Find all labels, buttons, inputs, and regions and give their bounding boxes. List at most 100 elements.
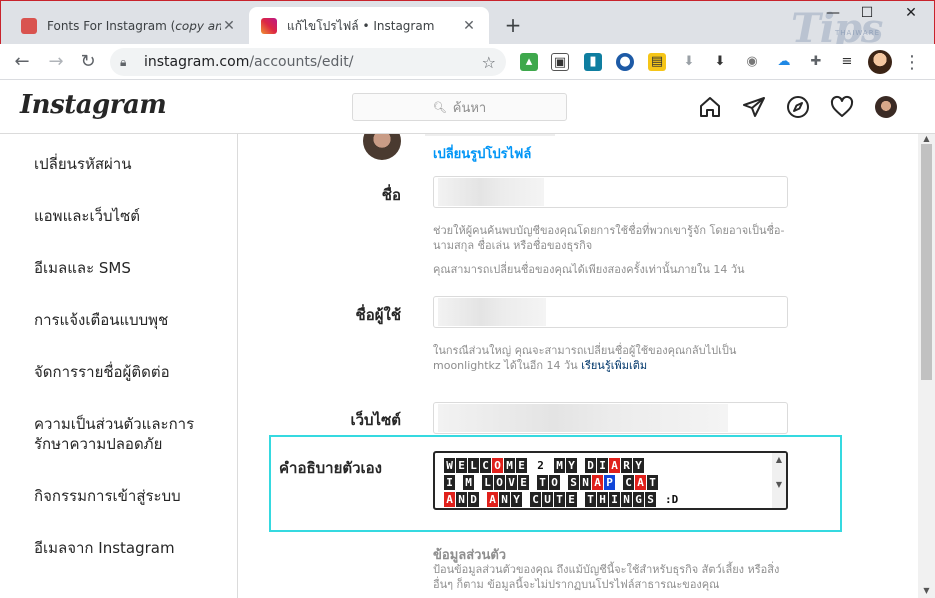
lock-icon: 🔒︎ — [120, 54, 127, 69]
bio-letter: S — [568, 475, 579, 490]
edit-profile-form: เปลี่ยนรูปโปรไฟล์ ชื่อ ช่วยให้ผู้คนค้นพบ… — [239, 134, 918, 598]
settings-sidebar: เปลี่ยนรหัสผ่าน แอพและเว็บไซต์ อีเมลและ … — [0, 134, 238, 598]
extension-image-icon[interactable]: ▣ — [551, 53, 569, 71]
forward-arrow-icon[interactable]: → — [44, 50, 68, 74]
extension-note-icon[interactable]: ▤ — [648, 53, 666, 71]
bio-letter: M — [554, 458, 565, 473]
reload-icon[interactable]: ↻ — [76, 50, 100, 74]
close-window-button[interactable]: ✕ — [901, 5, 921, 21]
browser-tab-strip: Fonts For Instagram (𝘤𝘰𝘱𝘺 𝘢𝘯𝘥 𝘱𝘢𝘴𝘵𝘦) ✕ แ… — [0, 0, 935, 52]
extension-book-icon[interactable]: ▮ — [584, 53, 602, 71]
extension-download-gray-icon[interactable]: ⬇ — [680, 53, 698, 71]
bio-space — [475, 475, 481, 490]
close-tab-icon[interactable]: ✕ — [221, 18, 237, 34]
sidebar-item-change-password[interactable]: เปลี่ยนรหัสผ่าน — [34, 154, 224, 174]
explore-icon[interactable] — [786, 95, 810, 119]
scroll-down-arrow-icon[interactable]: ▼ — [772, 479, 786, 491]
sidebar-item-email-sms[interactable]: อีเมลและ SMS — [34, 258, 224, 278]
tab-fonts-for-instagram[interactable]: Fonts For Instagram (𝘤𝘰𝘱𝘺 𝘢𝘯𝘥 𝘱𝘢𝘴𝘵𝘦) ✕ — [9, 7, 249, 45]
bio-letter: L — [468, 458, 479, 473]
extension-save-icon[interactable]: ◉ — [743, 53, 761, 71]
bio-letter: O — [549, 475, 560, 490]
bio-letter: A — [609, 458, 620, 473]
search-input[interactable]: 🔍︎ ค้นหา — [352, 93, 567, 121]
bio-letter: T — [647, 475, 658, 490]
address-bar[interactable]: 🔒︎ instagram.com/accounts/edit/ ☆ — [110, 48, 506, 76]
username-input-redacted — [438, 298, 546, 326]
profile-photo[interactable] — [363, 134, 401, 160]
maximize-button[interactable]: ☐ — [857, 5, 877, 21]
direct-icon[interactable] — [742, 95, 766, 119]
bio-letter: I — [444, 475, 455, 490]
bio-letter: N — [580, 475, 591, 490]
bio-letter: G — [633, 492, 644, 507]
username-input[interactable] — [433, 296, 788, 328]
instagram-favicon-icon — [261, 18, 277, 34]
bio-space — [530, 475, 536, 490]
bio-letter: U — [542, 492, 553, 507]
extension-cloud-icon[interactable]: ☁ — [775, 53, 793, 71]
activity-heart-icon[interactable] — [830, 95, 854, 119]
bio-scrollbar[interactable]: ▲ ▼ — [772, 453, 786, 508]
bio-letter: V — [506, 475, 517, 490]
bio-letter: Y — [566, 458, 577, 473]
edit-profile-page: เปลี่ยนรหัสผ่าน แอพและเว็บไซต์ อีเมลและ … — [0, 134, 918, 598]
extension-shield-icon[interactable]: ● — [616, 53, 634, 71]
bio-letter: N — [456, 492, 467, 507]
bio-letter: E — [566, 492, 577, 507]
bio-space — [657, 492, 663, 507]
bio-space — [547, 458, 553, 473]
name-label: ชื่อ — [381, 186, 401, 204]
sidebar-item-login-activity[interactable]: กิจกรรมการเข้าสู่ระบบ — [34, 486, 224, 506]
bio-letter: A — [592, 475, 603, 490]
instagram-logo[interactable]: Instagram — [20, 90, 167, 120]
bio-letter: C — [480, 458, 491, 473]
page-scroll-up-icon[interactable]: ▲ — [918, 134, 935, 144]
learn-more-link[interactable]: เรียนรู้เพิ่มเติม — [581, 359, 647, 372]
name-input[interactable] — [433, 176, 788, 208]
bio-letter: Y — [633, 458, 644, 473]
bio-space — [561, 475, 567, 490]
page-scrollbar[interactable]: ▲ ▼ — [918, 134, 935, 598]
minimize-button[interactable]: — — [823, 5, 843, 21]
tab-instagram-edit-profile[interactable]: แก้ไขโปรไฟล์ • Instagram ✕ — [249, 7, 489, 45]
bio-letter: M — [463, 475, 474, 490]
sidebar-item-push-notifications[interactable]: การแจ้งเตือนแบบพุช — [34, 310, 224, 330]
url-text[interactable]: instagram.com/accounts/edit/ — [144, 54, 482, 70]
sidebar-item-privacy-security[interactable]: ความเป็นส่วนตัวและการรักษาความปลอดภัย — [34, 414, 209, 454]
bio-letter: T — [554, 492, 565, 507]
close-tab-icon[interactable]: ✕ — [461, 18, 477, 34]
bookmark-star-icon[interactable]: ☆ — [482, 53, 496, 72]
new-tab-button[interactable]: + — [501, 13, 525, 37]
search-placeholder: ค้นหา — [452, 100, 487, 116]
profile-avatar[interactable] — [875, 96, 897, 118]
sidebar-item-apps-websites[interactable]: แอพและเว็บไซต์ — [34, 206, 224, 226]
bio-letter: T — [537, 475, 548, 490]
bio-letter: O — [492, 458, 503, 473]
tab-title: Fonts For Instagram (𝘤𝘰𝘱𝘺 𝘢𝘯𝘥 𝘱𝘢𝘴𝘵𝘦) — [47, 19, 221, 33]
back-arrow-icon[interactable]: ← — [10, 50, 34, 74]
bio-space — [578, 492, 584, 507]
extension-download-icon[interactable]: ⬇ — [711, 53, 729, 71]
bio-line-2: IMLOVETOSNAPCAT — [444, 475, 659, 490]
sidebar-item-emails-from-instagram[interactable]: อีเมลจาก Instagram — [34, 538, 224, 558]
bio-letter: 2 — [535, 458, 546, 473]
scroll-up-arrow-icon[interactable]: ▲ — [772, 454, 786, 466]
website-label: เว็บไซต์ — [350, 411, 401, 429]
bio-textarea[interactable]: WELCOME2MYDIARY IMLOVETOSNAPCAT ANDANYCU… — [433, 451, 788, 510]
bio-letter: A — [635, 475, 646, 490]
sidebar-item-manage-contacts[interactable]: จัดการรายชื่อผู้ติดต่อ — [34, 362, 224, 382]
page-scroll-down-icon[interactable]: ▼ — [918, 586, 935, 596]
website-input[interactable] — [433, 402, 788, 434]
home-icon[interactable] — [698, 95, 722, 119]
page-scroll-thumb[interactable] — [921, 144, 932, 380]
browser-profile-avatar[interactable] — [868, 50, 892, 74]
extensions-puzzle-icon[interactable]: ✚ — [807, 53, 825, 71]
change-profile-photo-link[interactable]: เปลี่ยนรูปโปรไฟล์ — [433, 143, 531, 164]
extension-chart-icon[interactable]: ▴ — [520, 53, 538, 71]
media-queue-icon[interactable]: ≡ — [838, 53, 856, 71]
search-icon: 🔍︎ — [432, 100, 447, 114]
bio-letter: Y — [511, 492, 522, 507]
browser-menu-icon[interactable]: ⋮ — [903, 52, 921, 73]
browser-toolbar: ← → ↻ 🔒︎ instagram.com/accounts/edit/ ☆ … — [0, 44, 935, 80]
